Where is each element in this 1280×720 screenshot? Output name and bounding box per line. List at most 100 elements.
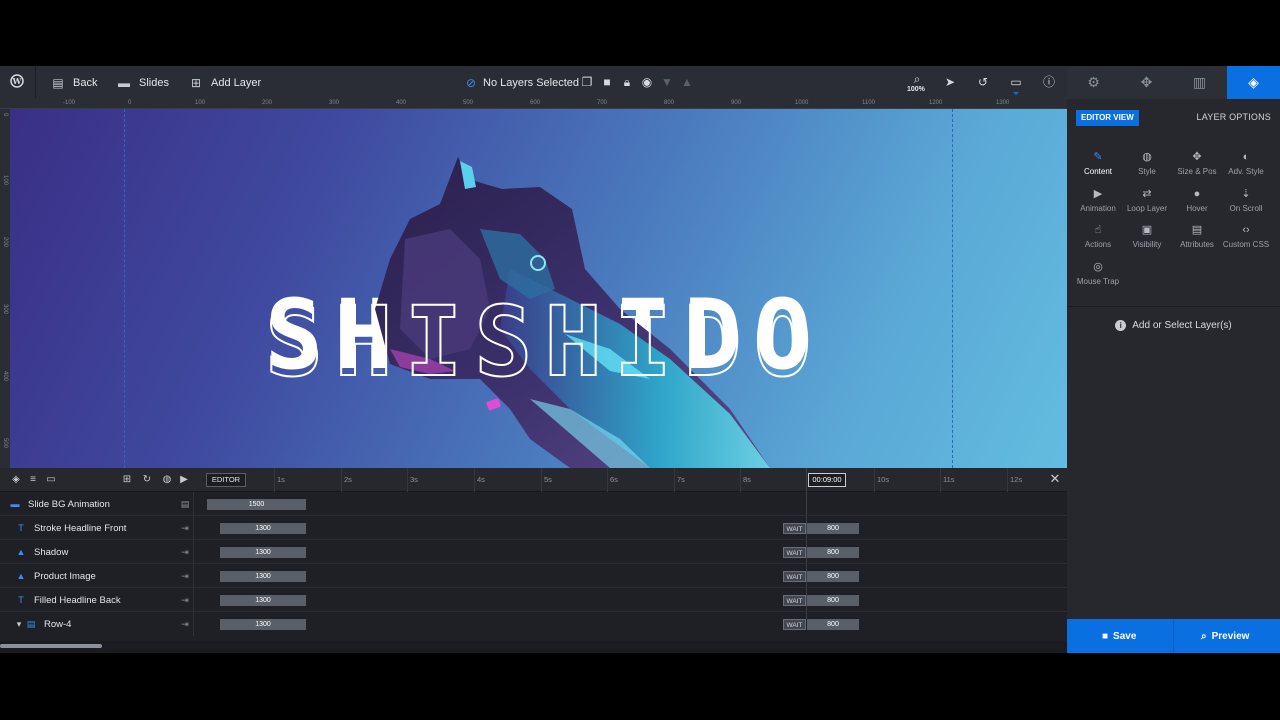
document-icon: ▤ [1191,224,1203,236]
lock-icon[interactable]: 🔒︎ [619,74,635,90]
timeline-row[interactable]: ▲ Shadow ⇥ 1300 WAIT 800 [0,540,1067,564]
layer-end-icon[interactable]: ⇥ [179,570,191,582]
option-loop-layer[interactable]: ⇄ Loop Layer [1121,187,1173,213]
help-icon[interactable]: ⓘ [1041,74,1057,90]
caret-down-icon[interactable]: ▾ [16,619,22,630]
mask-icon[interactable]: ◍ [161,474,173,486]
option-actions[interactable]: ☝ Actions [1072,223,1124,249]
current-time-indicator[interactable]: 00:09:00 [808,473,846,487]
option-style[interactable]: ◍ Style [1121,150,1173,176]
timeline-row[interactable]: ▲ Product Image ⇥ 1300 WAIT 800 [0,564,1067,588]
visibility-eye-icon[interactable]: ◉ [639,74,655,90]
option-animation[interactable]: ▶ Animation [1072,187,1124,213]
layers-icon: ◈ [1248,74,1259,90]
list-icon[interactable]: ≡ [27,474,39,486]
grid-icon[interactable]: ⊞ [121,474,133,486]
move-up-icon[interactable]: ▲ [679,74,695,90]
slide-canvas[interactable]: SHISHIDO [10,109,1067,468]
layer-end-icon[interactable]: ⇥ [179,522,191,534]
add-layer-button[interactable]: ⊞ Add Layer [190,66,261,99]
zoom-level: 100% [907,86,925,93]
desktop-view-icon[interactable]: ▭ [1008,74,1024,90]
option-attributes[interactable]: ▤ Attributes [1171,223,1223,249]
delete-icon[interactable]: ■ [599,74,615,90]
timeline-row[interactable]: ▾ ▤ Row-4 ⇥ 1300 WAIT 800 [0,612,1067,636]
svg-text:SHISHIDO: SHISHIDO [265,287,823,387]
wait-marker[interactable]: WAIT [783,547,806,558]
option-custom-css[interactable]: ‹› Custom CSS [1220,223,1272,249]
layer-end-icon[interactable]: ⇥ [179,546,191,558]
panel-footer: ■ Save ⌕ Preview [1067,619,1280,653]
layers-icon[interactable]: ◈ [10,474,22,486]
wait-marker[interactable]: WAIT [783,619,806,630]
code-icon: ‹› [1242,224,1250,236]
end-animation-bar[interactable]: 800 [807,595,859,606]
end-animation-bar[interactable]: 800 [807,571,859,582]
info-icon: i [1115,320,1127,331]
image-layer-icon: ▲ [16,547,26,557]
slider-editor: W ▤ Back ▬ Slides ⊞ Add Layer ⊘ No Layers Se… [0,66,1280,653]
end-animation-bar[interactable]: 800 [807,619,859,630]
timeline-row[interactable]: T Filled Headline Back ⇥ 1300 WAIT 800 [0,588,1067,612]
close-timeline-icon[interactable]: ✕ [1049,472,1061,486]
slides-button[interactable]: ▬ Slides [118,66,169,99]
wait-marker[interactable]: WAIT [783,595,806,606]
animation-bar[interactable]: 1300 [220,619,306,630]
tab-navigation[interactable]: ✥ [1120,66,1173,99]
stroke-headline-front[interactable]: SHISHIDO [265,287,885,387]
add-select-layer-hint: i Add or Select Layer(s) [1067,320,1280,331]
horizontal-scrollbar[interactable] [0,641,1067,653]
save-button[interactable]: ■ Save [1102,619,1136,653]
pointer-icon[interactable]: ➤ [942,74,958,90]
timeline-header: ◈ ≡ ▭ ⊞ ↻ ◍ ▶ EDITOR 1s 2s 3s 4s 5s 6s 7… [0,468,1067,492]
animation-bar[interactable]: 1300 [220,523,306,534]
wordpress-logo-icon[interactable]: W [9,74,25,90]
editor-time-tag[interactable]: EDITOR [206,473,246,487]
loop-icon: ⇄ [1142,188,1152,200]
tab-layers[interactable]: ◈ [1227,66,1280,99]
save-disk-icon: ■ [1102,630,1109,642]
vertical-ruler: 0 100 200 300 400 500 [0,109,10,468]
tab-settings[interactable]: ⚙ [1067,66,1120,99]
duplicate-icon[interactable]: ❐ [579,74,595,90]
zoom-icon[interactable]: ⌕ [909,71,925,87]
animation-bar[interactable]: 1300 [220,595,306,606]
option-content[interactable]: ✎ Content [1072,150,1124,176]
tab-slides[interactable]: ▥ [1173,66,1226,99]
move-icon: ✥ [1192,151,1202,163]
play-icon[interactable]: ▶ [178,474,190,486]
option-size-pos[interactable]: ✥ Size & Pos [1171,150,1223,176]
layer-end-icon[interactable]: ⇥ [179,594,191,606]
layer-end-icon[interactable]: ⇥ [179,618,191,630]
timeline-row[interactable]: T Stroke Headline Front ⇥ 1300 WAIT 800 [0,516,1067,540]
visibility-icon: ▣ [1141,224,1153,236]
wait-marker[interactable]: WAIT [783,523,806,534]
end-animation-bar[interactable]: 800 [807,523,859,534]
back-button[interactable]: ▤ Back [52,66,97,99]
timeline-panel: ◈ ≡ ▭ ⊞ ↻ ◍ ▶ EDITOR 1s 2s 3s 4s 5s 6s 7… [0,468,1067,636]
move-down-icon[interactable]: ▼ [659,74,675,90]
option-on-scroll[interactable]: ⇣ On Scroll [1220,187,1272,213]
text-layer-icon: T [18,523,24,533]
animation-bar[interactable]: 1500 [207,499,306,510]
search-icon: ⌕ [1201,630,1207,642]
image-layer-icon: ▲ [16,571,26,581]
option-mouse-trap[interactable]: ◎ Mouse Trap [1072,260,1124,286]
option-hover[interactable]: ● Hover [1171,187,1223,213]
scrollbar-thumb[interactable] [0,644,102,648]
option-visibility[interactable]: ▣ Visibility [1121,223,1173,249]
bg-settings-icon[interactable]: ▤ [179,498,191,510]
end-animation-bar[interactable]: 800 [807,547,859,558]
preview-button[interactable]: ⌕ Preview [1201,619,1249,653]
timeline-row[interactable]: ▬ Slide BG Animation ▤ 1500 [0,492,1067,516]
folder-icon[interactable]: ▭ [45,474,57,486]
top-toolbar: W ▤ Back ▬ Slides ⊞ Add Layer ⊘ No Layers Se… [0,66,1067,99]
right-panel: ⚙ ✥ ▥ ◈ EDITOR VIEW LAYER OPTIONS ✎ Conte… [1067,66,1280,619]
undo-icon[interactable]: ↺ [975,74,991,90]
option-adv-style[interactable]: ◐ Adv. Style [1220,150,1272,176]
wait-marker[interactable]: WAIT [783,571,806,582]
editor-view-badge[interactable]: EDITOR VIEW [1076,110,1139,126]
animation-bar[interactable]: 1300 [220,547,306,558]
repeat-icon[interactable]: ↻ [141,474,153,486]
animation-bar[interactable]: 1300 [220,571,306,582]
